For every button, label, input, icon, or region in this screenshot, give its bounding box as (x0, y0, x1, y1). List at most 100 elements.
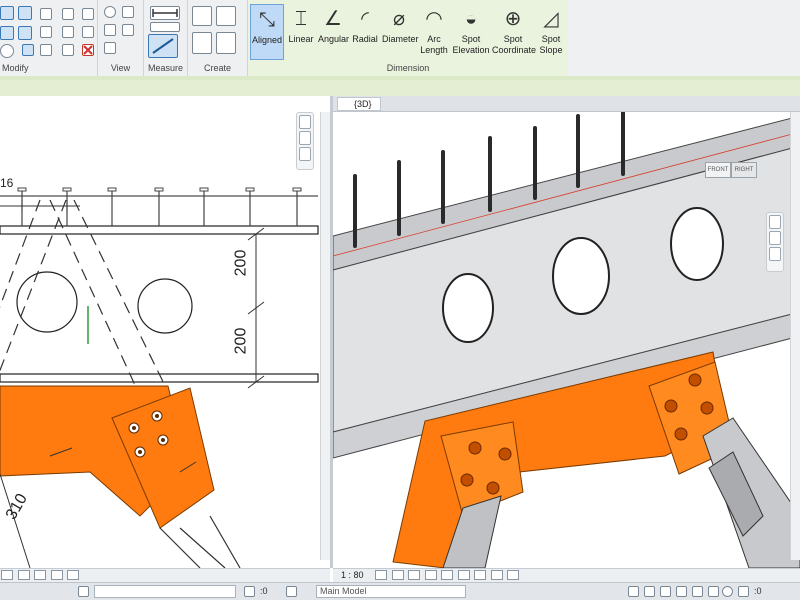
aligned-measure-icon[interactable] (148, 34, 178, 58)
reveal-hidden-icon[interactable] (490, 570, 503, 580)
create-panel: Create (188, 0, 248, 76)
spot-coordinate-dimension-button[interactable]: ⊕ Spot Coordinate (492, 4, 537, 60)
scale-icon[interactable] (82, 26, 94, 38)
dimension-tool-label: Spot Coordinate (492, 34, 537, 55)
angular-dimension-button[interactable]: ∠ Angular (318, 4, 349, 60)
temporary-hide-icon[interactable] (474, 570, 487, 580)
trim-icon[interactable] (18, 26, 32, 40)
zoom-icon[interactable] (769, 231, 781, 245)
editable-only-icon[interactable] (244, 586, 255, 597)
linear-dimension-button[interactable]: ⌶ Linear (286, 4, 316, 60)
pan-icon[interactable] (299, 147, 311, 161)
left-view-control-bar (0, 568, 330, 582)
pan-icon[interactable] (769, 247, 781, 261)
viewcube[interactable]: FRONT RIGHT (701, 148, 761, 192)
settings-gear-icon[interactable] (722, 586, 733, 597)
spot-slope-dimension-button[interactable]: ◿ Spot Slope (536, 4, 566, 60)
view-tab-3d[interactable]: {3D} (337, 97, 381, 111)
dimension-tool-label: Radial (352, 34, 378, 44)
dimension-tool-label: Arc Length (420, 34, 448, 55)
lightbulb-icon[interactable] (104, 6, 116, 18)
arc-length-dimension-icon: ◠ (425, 8, 443, 30)
create-similar-icon[interactable] (216, 32, 236, 54)
move-icon[interactable] (40, 8, 52, 20)
pin-icon[interactable] (22, 44, 34, 56)
model-dropdown[interactable]: Main Model (316, 585, 466, 598)
measure-between-icon[interactable] (150, 6, 180, 20)
steering-wheel-icon[interactable] (299, 115, 311, 129)
linework-icon[interactable] (104, 24, 116, 36)
3d-view[interactable]: FRONT RIGHT (333, 96, 800, 568)
view-panel-label: View (110, 63, 131, 73)
create-assembly-icon[interactable] (216, 6, 236, 26)
workset-dropdown[interactable] (94, 585, 236, 598)
left-vertical-scrollbar[interactable] (320, 112, 330, 560)
select-pinned-icon[interactable] (660, 586, 671, 597)
crop-view-icon[interactable] (457, 570, 470, 580)
zoom-icon[interactable] (299, 131, 311, 145)
align-icon[interactable] (0, 6, 14, 20)
modify-panel: Modify (0, 0, 98, 76)
arc-length-dimension-button[interactable]: ◠ Arc Length (418, 4, 450, 60)
dim-text-partial[interactable]: 16 (0, 176, 13, 190)
visual-style-icon[interactable] (391, 570, 404, 580)
unpin-icon[interactable] (0, 44, 14, 58)
filter-icon[interactable] (738, 586, 749, 597)
select-links-icon[interactable] (628, 586, 639, 597)
override-graphics-icon[interactable] (122, 6, 134, 18)
trim-extend-icon[interactable] (40, 44, 52, 56)
temporary-hide-icon[interactable] (67, 570, 80, 580)
design-options-icon[interactable] (286, 586, 297, 597)
shadows-icon[interactable] (34, 570, 47, 580)
lock-3d-view-icon[interactable] (507, 570, 520, 580)
delete-icon[interactable] (82, 44, 94, 56)
detail-level-icon[interactable] (375, 570, 388, 580)
measure-along-icon[interactable] (150, 22, 180, 32)
sun-path-icon[interactable] (17, 570, 30, 580)
array-icon[interactable] (62, 26, 74, 38)
thin-lines-icon[interactable] (122, 24, 134, 36)
offset-icon[interactable] (18, 6, 32, 20)
spot-coordinate-icon: ⊕ (504, 8, 522, 30)
select-underlay-icon[interactable] (644, 586, 655, 597)
workset-count: :0 (260, 586, 268, 596)
shadows-icon[interactable] (424, 570, 437, 580)
dim-text-200-lower[interactable]: 200 (232, 328, 250, 355)
crop-view-icon[interactable] (50, 570, 63, 580)
select-by-face-icon[interactable] (676, 586, 687, 597)
radial-dimension-button[interactable]: ◜ Radial (350, 4, 380, 60)
spot-elevation-icon: ◒ (464, 8, 478, 30)
status-bar: :0 Main Model :0 (0, 582, 800, 600)
create-parts-icon[interactable] (192, 6, 212, 26)
viewcube-front[interactable]: FRONT (705, 162, 731, 178)
visual-style-icon[interactable] (1, 570, 13, 580)
render-icon[interactable] (441, 570, 454, 580)
view-scale[interactable]: 1 : 80 (333, 569, 372, 581)
show-hidden-icon[interactable] (104, 42, 116, 54)
dimension-tool-label: Spot Elevation (452, 34, 490, 55)
view-panel: View (98, 0, 144, 76)
elevation-drawing[interactable] (0, 96, 330, 568)
copy-icon[interactable] (62, 8, 74, 20)
right-vertical-scrollbar[interactable] (790, 112, 800, 560)
diameter-dimension-button[interactable]: ⌀ Diameter (382, 4, 419, 60)
split-gap-icon[interactable] (62, 44, 74, 56)
elevation-view[interactable]: 200 200 310 16 (0, 96, 330, 568)
diameter-dimension-icon: ⌀ (392, 8, 406, 30)
steering-wheel-icon[interactable] (769, 215, 781, 229)
create-group-icon[interactable] (192, 32, 212, 54)
worksets-icon[interactable] (78, 586, 89, 597)
aligned-dimension-button[interactable]: ⤡ Aligned (250, 4, 284, 60)
mirror-icon[interactable] (0, 26, 14, 40)
dimension-tool-label: Linear (288, 34, 314, 44)
viewcube-right[interactable]: RIGHT (731, 162, 757, 178)
background-processes-icon[interactable] (708, 586, 719, 597)
view-area-header (0, 80, 800, 96)
drag-elements-icon[interactable] (692, 586, 703, 597)
spot-elevation-dimension-button[interactable]: ◒ Spot Elevation (452, 4, 490, 60)
split-icon[interactable] (40, 26, 52, 38)
sun-path-icon[interactable] (408, 570, 421, 580)
angular-dimension-icon: ∠ (324, 8, 342, 30)
dim-text-200-upper[interactable]: 200 (232, 250, 250, 277)
rotate-icon[interactable] (82, 8, 94, 20)
